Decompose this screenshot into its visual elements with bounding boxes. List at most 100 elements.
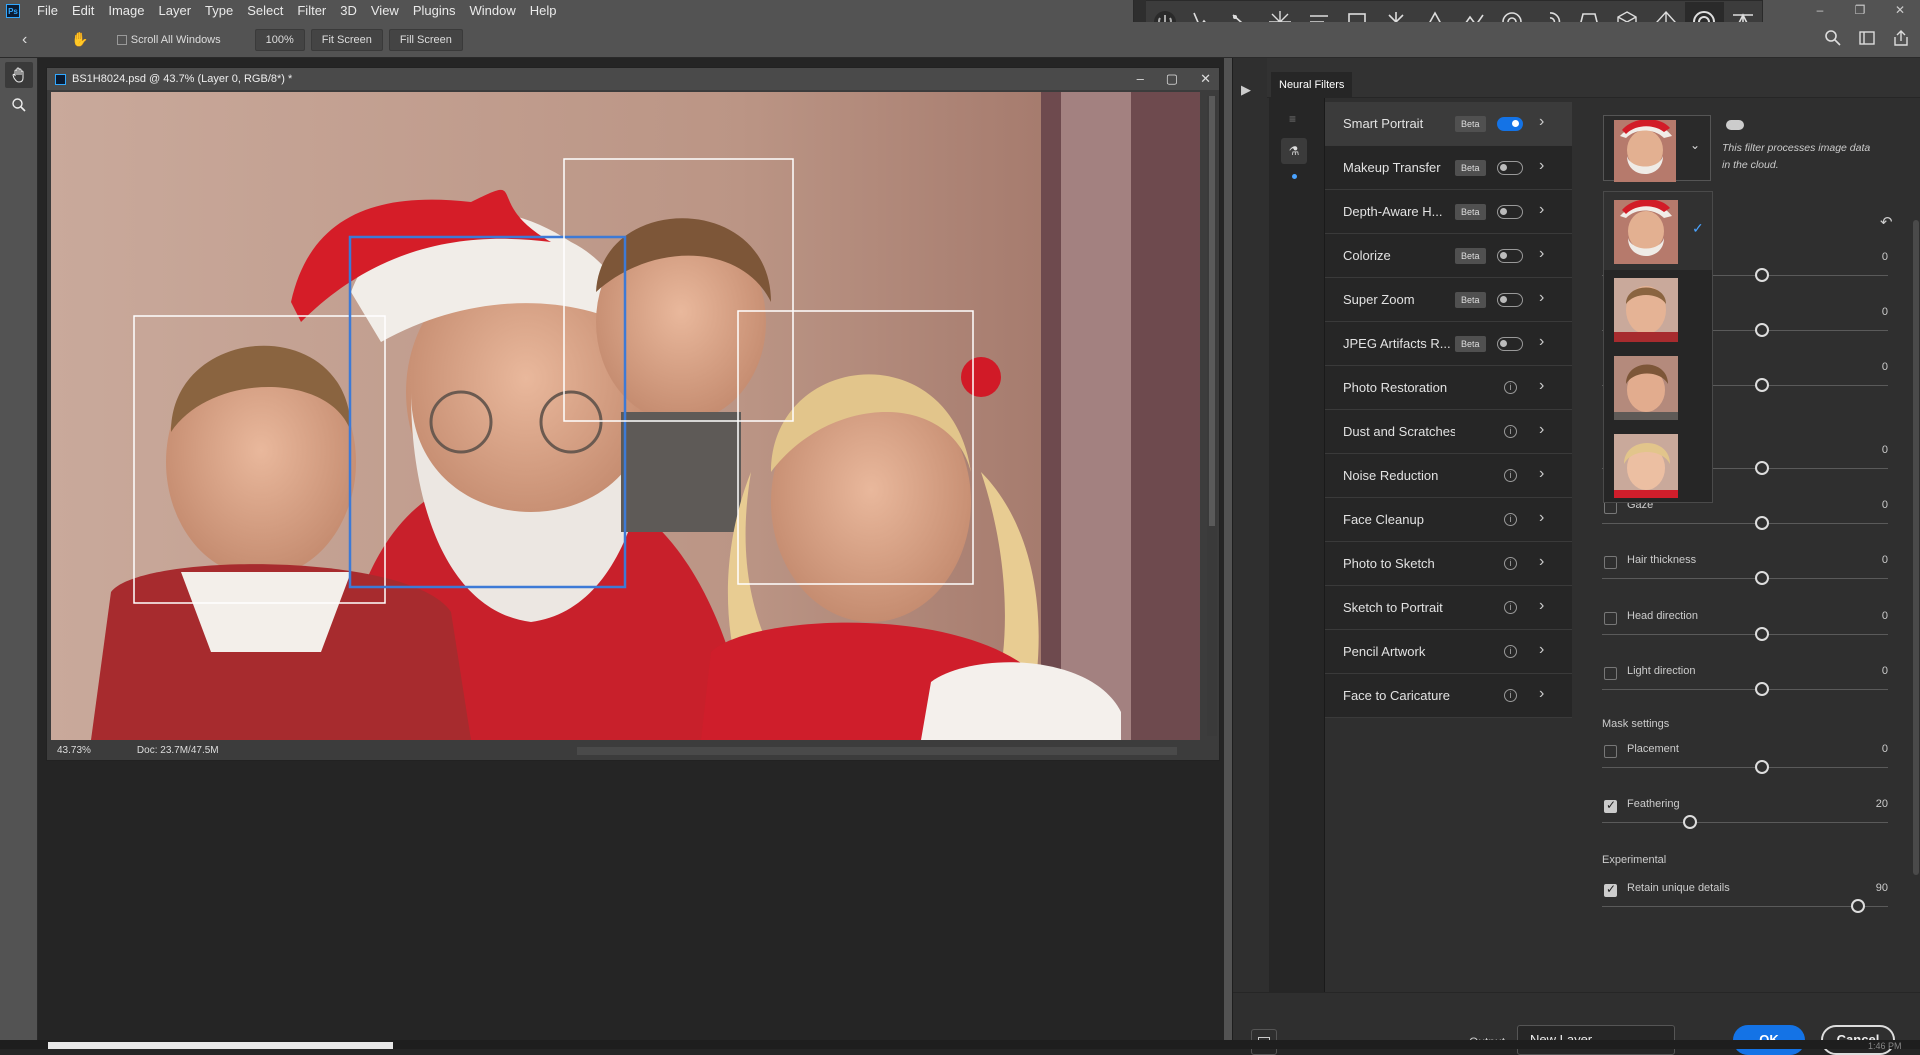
settings-scrollbar[interactable] (1912, 210, 1920, 1000)
face-option-girl[interactable] (1604, 426, 1712, 504)
document-vertical-scrollbar[interactable] (1207, 96, 1217, 736)
share-icon[interactable] (1892, 29, 1910, 47)
chevron-right-icon[interactable]: › (1539, 421, 1544, 439)
search-icon[interactable] (1824, 29, 1842, 47)
chevron-right-icon[interactable]: › (1539, 465, 1544, 483)
filter-toggle[interactable] (1497, 205, 1523, 219)
zoom-readout[interactable]: 43.73% (57, 745, 91, 756)
taskbar-window-preview[interactable] (48, 1042, 393, 1049)
hand-tool-icon[interactable] (5, 62, 33, 88)
doc-minimize-icon[interactable]: – (1137, 71, 1144, 87)
chevron-right-icon[interactable]: › (1539, 509, 1544, 527)
fill-screen-button[interactable]: Fill Screen (388, 28, 463, 51)
play-icon[interactable]: ▶ (1241, 82, 1251, 98)
image-canvas[interactable] (51, 92, 1200, 740)
filter-row-face-to-caricature[interactable]: Face to Caricature i › (1325, 674, 1572, 718)
chevron-right-icon[interactable]: › (1539, 641, 1544, 659)
chevron-right-icon[interactable]: › (1539, 245, 1544, 263)
menu-file[interactable]: File (30, 0, 65, 22)
filter-toggle[interactable] (1497, 293, 1523, 307)
info-icon[interactable]: i (1504, 601, 1517, 614)
menu-type[interactable]: Type (198, 0, 240, 22)
hand-tool-icon[interactable]: ✋ (71, 31, 88, 48)
close-icon[interactable]: ✕ (1880, 0, 1920, 22)
slider-knob[interactable] (1755, 268, 1769, 282)
slider-knob[interactable] (1851, 899, 1865, 913)
filter-row-super-zoom[interactable]: Super Zoom Beta › (1325, 278, 1572, 322)
slider-knob[interactable] (1755, 571, 1769, 585)
menu-help[interactable]: Help (523, 0, 564, 22)
slider-track[interactable] (1602, 767, 1888, 768)
doc-close-icon[interactable]: ✕ (1200, 71, 1211, 87)
slider-knob[interactable] (1755, 323, 1769, 337)
scroll-all-windows-checkbox[interactable]: Scroll All Windows (116, 34, 221, 46)
filter-row-photo-restoration[interactable]: Photo Restoration i › (1325, 366, 1572, 410)
chevron-right-icon[interactable]: › (1539, 333, 1544, 351)
chevron-right-icon[interactable]: › (1539, 113, 1544, 131)
menu-edit[interactable]: Edit (65, 0, 101, 22)
menu-image[interactable]: Image (101, 0, 151, 22)
sliders-icon[interactable]: ≡ (1289, 112, 1296, 126)
zoom-100-button[interactable]: 100% (254, 28, 305, 51)
filter-toggle[interactable] (1497, 117, 1523, 131)
light-direction-checkbox[interactable] (1604, 667, 1617, 680)
fit-screen-button[interactable]: Fit Screen (310, 28, 383, 51)
info-icon[interactable]: i (1504, 469, 1517, 482)
info-icon[interactable]: i (1504, 425, 1517, 438)
menu-layer[interactable]: Layer (152, 0, 199, 22)
slider-track[interactable] (1602, 578, 1888, 579)
chevron-right-icon[interactable]: › (1539, 377, 1544, 395)
retain-details-checkbox[interactable] (1604, 882, 1617, 897)
chevron-right-icon[interactable]: › (1539, 685, 1544, 703)
face-option-boy-left[interactable] (1604, 270, 1712, 348)
slider-knob[interactable] (1755, 682, 1769, 696)
slider-track[interactable] (1602, 634, 1888, 635)
minimize-icon[interactable]: – (1800, 0, 1840, 22)
feathering-checkbox[interactable] (1604, 798, 1617, 813)
slider-knob[interactable] (1755, 760, 1769, 774)
back-arrow-icon[interactable]: ‹ (22, 31, 27, 49)
face-option-boy-top[interactable] (1604, 348, 1712, 426)
chevron-right-icon[interactable]: › (1539, 597, 1544, 615)
menu-3d[interactable]: 3D (333, 0, 364, 22)
menu-select[interactable]: Select (240, 0, 290, 22)
menu-plugins[interactable]: Plugins (406, 0, 463, 22)
filter-row-makeup-transfer[interactable]: Makeup Transfer Beta › (1325, 146, 1572, 190)
filter-toggle[interactable] (1497, 337, 1523, 351)
zoom-tool-icon[interactable] (5, 92, 33, 118)
chevron-right-icon[interactable]: › (1539, 201, 1544, 219)
info-icon[interactable]: i (1504, 689, 1517, 702)
head-direction-checkbox[interactable] (1604, 612, 1617, 625)
beta-flask-icon[interactable]: ⚗ (1281, 138, 1307, 164)
doc-restore-icon[interactable]: ▢ (1166, 71, 1178, 87)
info-icon[interactable]: i (1504, 513, 1517, 526)
info-icon[interactable]: i (1504, 557, 1517, 570)
chevron-right-icon[interactable]: › (1539, 553, 1544, 571)
filter-row-depth-aware-haze[interactable]: Depth-Aware H... Beta › (1325, 190, 1572, 234)
info-icon[interactable]: i (1504, 645, 1517, 658)
neural-filters-tab[interactable]: Neural Filters (1271, 72, 1353, 98)
filter-row-dust-and-scratches[interactable]: Dust and Scratches i › (1325, 410, 1572, 454)
scrollbar-thumb[interactable] (1913, 220, 1919, 875)
menu-window[interactable]: Window (462, 0, 522, 22)
info-icon[interactable]: i (1504, 381, 1517, 394)
filter-toggle[interactable] (1497, 161, 1523, 175)
filter-row-pencil-artwork[interactable]: Pencil Artwork i › (1325, 630, 1572, 674)
filter-row-colorize[interactable]: Colorize Beta › (1325, 234, 1572, 278)
slider-knob[interactable] (1755, 378, 1769, 392)
workspace-icon[interactable] (1858, 29, 1876, 47)
hair-thickness-checkbox[interactable] (1604, 556, 1617, 569)
slider-track[interactable] (1602, 822, 1888, 823)
filter-row-face-cleanup[interactable]: Face Cleanup i › (1325, 498, 1572, 542)
chevron-down-icon[interactable]: ⌄ (1690, 138, 1700, 152)
restore-icon[interactable]: ❐ (1840, 0, 1880, 22)
slider-knob[interactable] (1755, 461, 1769, 475)
face-selector-dropdown[interactable]: ⌄ (1603, 115, 1711, 182)
slider-knob[interactable] (1683, 815, 1697, 829)
menu-filter[interactable]: Filter (290, 0, 333, 22)
slider-track[interactable] (1602, 689, 1888, 690)
reset-icon[interactable]: ↶ (1880, 213, 1893, 231)
filter-row-jpeg-artifacts-removal[interactable]: JPEG Artifacts R... Beta › (1325, 322, 1572, 366)
filter-row-photo-to-sketch[interactable]: Photo to Sketch i › (1325, 542, 1572, 586)
slider-knob[interactable] (1755, 627, 1769, 641)
